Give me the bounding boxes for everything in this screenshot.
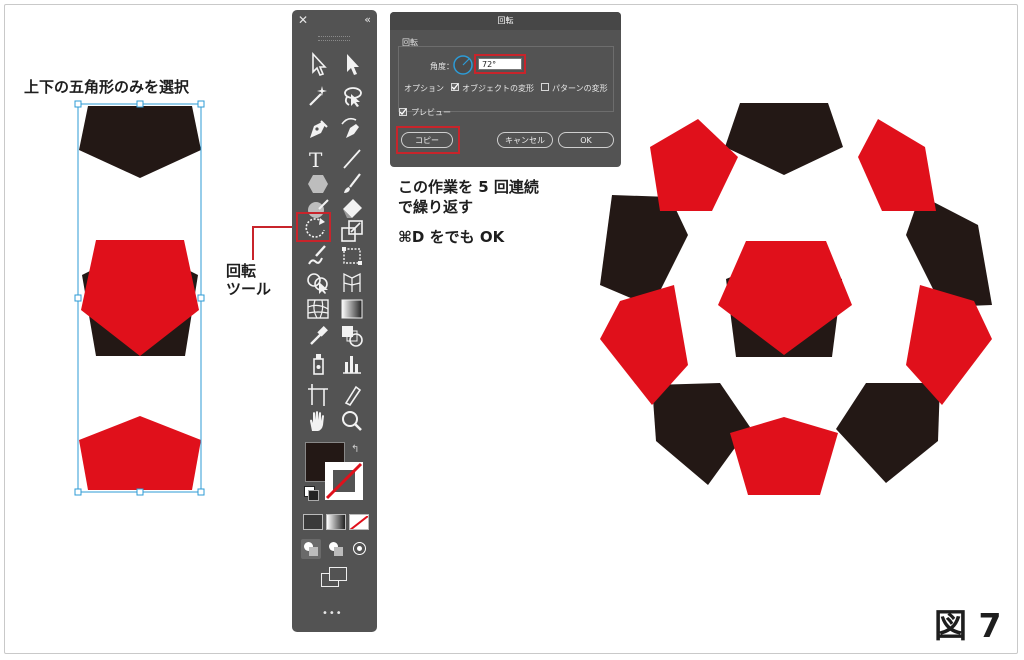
angle-dial-icon[interactable] <box>452 54 474 76</box>
scale-tool-icon[interactable] <box>338 217 366 245</box>
default-colors-icon[interactable] <box>304 486 319 501</box>
tools-panel: ✕ « T ↰ ••• <box>292 10 377 632</box>
black-pentagon-top <box>79 106 201 178</box>
svg-text:T: T <box>309 148 323 172</box>
angle-input-highlight <box>474 54 526 74</box>
curvature-tool-icon[interactable] <box>338 114 366 142</box>
pen-tool-icon[interactable] <box>304 114 332 142</box>
stroke-swatch[interactable] <box>325 462 363 500</box>
paintbrush-icon[interactable] <box>338 170 366 198</box>
eyedropper-icon[interactable] <box>304 322 332 350</box>
symbol-sprayer-icon[interactable] <box>304 350 332 378</box>
angle-label: 角度： <box>430 62 454 71</box>
transform-patterns-label: パターンの変形 <box>552 84 608 93</box>
swap-fill-stroke-icon[interactable]: ↰ <box>351 444 359 455</box>
red-pentagon-bottom <box>79 416 201 490</box>
preview-checkbox[interactable] <box>399 108 407 116</box>
type-tool-icon[interactable]: T <box>304 145 332 173</box>
draw-inside-icon[interactable] <box>350 539 370 559</box>
copy-button-highlight <box>396 126 460 154</box>
selection-tool-icon[interactable] <box>304 50 332 78</box>
slice-tool-icon[interactable] <box>338 381 366 409</box>
options-label: オプション <box>404 84 444 93</box>
transform-objects-checkbox[interactable] <box>451 83 459 91</box>
warp-tool-icon[interactable] <box>304 242 332 270</box>
pentagon-column <box>74 100 205 496</box>
zoom-tool-icon[interactable] <box>338 407 366 435</box>
rotate-tool-highlight <box>296 212 331 242</box>
more-tools-icon[interactable]: ••• <box>322 608 343 619</box>
transform-objects-label: オブジェクトの変形 <box>462 84 534 93</box>
perspective-grid-icon[interactable] <box>338 268 366 296</box>
rotate-dialog: 回転 回転 角度： 72° オプション オブジェクトの変形 パターンの変形 プレ… <box>390 12 621 167</box>
collapse-icon[interactable]: « <box>364 13 371 26</box>
magic-wand-icon[interactable] <box>304 82 332 110</box>
none-mode-button[interactable] <box>349 514 369 530</box>
screen-mode-icon[interactable] <box>321 567 347 587</box>
instruction-text: この作業を 5 回連続 で繰り返す <box>398 178 539 216</box>
panel-grip[interactable] <box>318 36 350 41</box>
draw-normal-icon[interactable] <box>301 539 321 559</box>
cancel-button[interactable]: キャンセル <box>497 132 553 148</box>
direct-selection-tool-icon[interactable] <box>338 50 366 78</box>
color-mode-button[interactable] <box>303 514 323 530</box>
hand-tool-icon[interactable] <box>304 407 332 435</box>
tools-panel-header: ✕ « <box>292 10 377 32</box>
shape-builder-icon[interactable] <box>304 268 332 296</box>
gradient-tool-icon[interactable] <box>338 295 366 323</box>
tool-label-rotate: 回転 ツール <box>226 262 272 298</box>
caption-select-pentagons: 上下の五角形のみを選択 <box>24 78 190 96</box>
preview-label: プレビュー <box>411 108 451 117</box>
line-tool-icon[interactable] <box>338 145 366 173</box>
polygon-tool-icon[interactable] <box>304 170 332 198</box>
mesh-tool-icon[interactable] <box>304 295 332 323</box>
draw-behind-icon[interactable] <box>326 539 346 559</box>
column-graph-icon[interactable] <box>338 350 366 378</box>
blend-tool-icon[interactable] <box>338 322 366 350</box>
gradient-mode-button[interactable] <box>326 514 346 530</box>
ring-center <box>718 241 852 357</box>
shortcut-text: ⌘D をでも OK <box>398 228 505 246</box>
close-icon[interactable]: ✕ <box>298 13 308 27</box>
transform-patterns-checkbox[interactable] <box>541 83 549 91</box>
lasso-icon[interactable] <box>338 82 366 110</box>
free-transform-icon[interactable] <box>338 242 366 270</box>
command-key-icon: ⌘ <box>398 228 412 246</box>
artboard-tool-icon[interactable] <box>304 381 332 409</box>
dialog-title: 回転 <box>390 12 621 30</box>
result-ring <box>600 103 992 495</box>
figure-label: 図 7 <box>934 606 1002 645</box>
